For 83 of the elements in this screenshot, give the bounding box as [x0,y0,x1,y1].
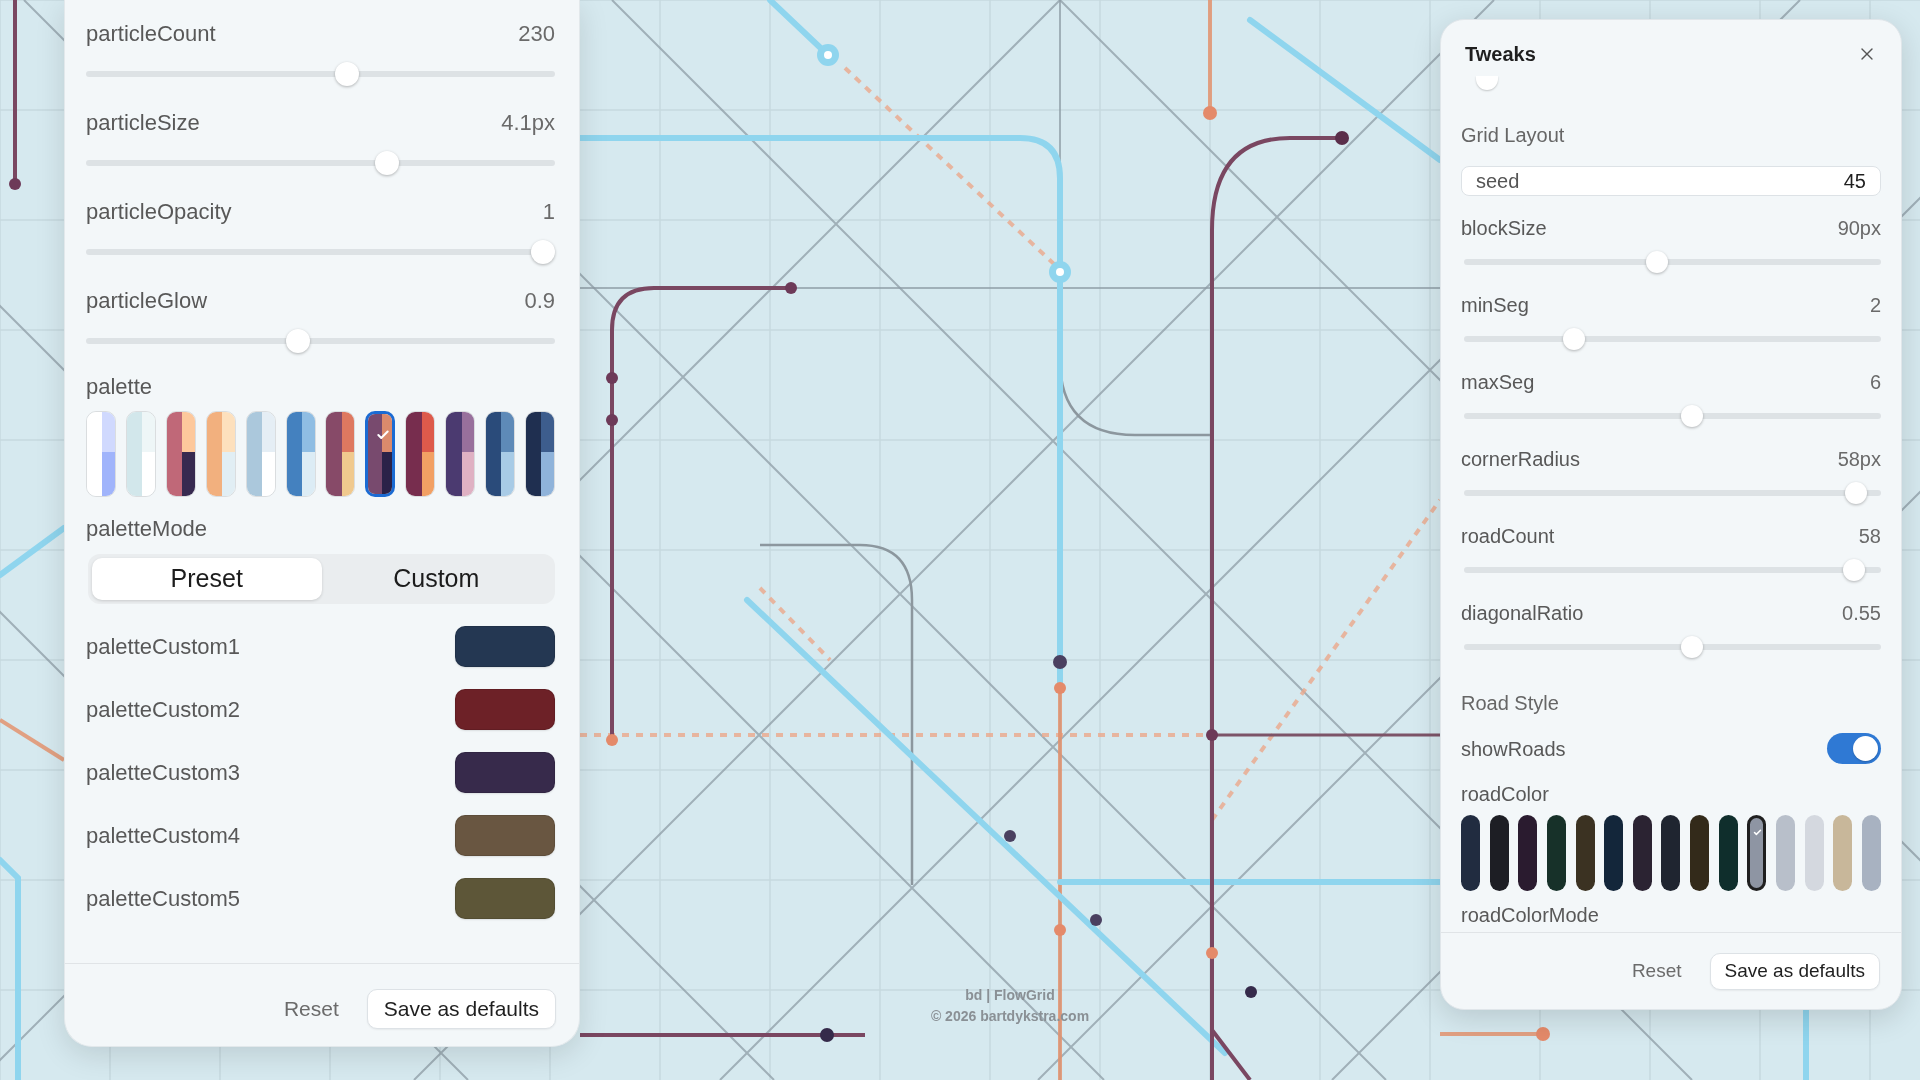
color-swatch[interactable] [1804,815,1824,891]
slider-track[interactable] [86,62,555,86]
setting-label: paletteMode [86,516,209,542]
setting-label: palette [86,374,154,400]
toggle-switch[interactable] [1827,733,1881,764]
setting-label: roadColor [1461,782,1550,806]
slider-track[interactable] [86,240,555,264]
slider-thumb[interactable] [1476,76,1498,90]
setting-value: 6 [1869,370,1881,394]
check-icon [1753,828,1763,837]
setting-label: paletteCustom4 [86,822,241,849]
section-heading: Road Style [1461,691,1560,715]
color-swatch[interactable] [1518,815,1538,891]
setting-value: 0.55 [1842,601,1881,625]
color-swatch[interactable] [1861,815,1881,891]
setting-label: cornerRadius [1461,447,1580,471]
credit-text: bd | FlowGrid [965,986,1055,1005]
color-swatch[interactable] [1604,815,1624,891]
field-label: seed [1476,169,1520,193]
number-field[interactable]: seed 45 [1461,166,1881,196]
setting-label: diagonalRatio [1461,601,1584,625]
color-swatch[interactable] [1718,815,1738,891]
setting-label: particleGlow [86,288,208,314]
slider-thumb[interactable] [1843,559,1866,581]
mode-tab[interactable]: Preset [92,558,322,600]
color-swatch[interactable] [1776,815,1796,891]
setting-label: paletteCustom5 [86,885,241,912]
slider-thumb[interactable] [1681,405,1704,427]
setting-label: paletteCustom1 [86,633,241,660]
setting-value: 0.9 [524,288,555,314]
color-swatch[interactable] [1546,815,1566,891]
reset-button[interactable]: Reset [281,993,341,1025]
setting-label: paletteCustom2 [86,696,241,723]
setting-label: showRoads [1461,736,1566,761]
setting-value: 1 [542,199,555,225]
setting-value: 58 [1858,524,1881,548]
slider-thumb[interactable] [531,240,555,264]
setting-label: roadColorMode [1461,903,1600,927]
color-swatch[interactable] [1833,815,1853,891]
color-swatch[interactable] [1575,815,1595,891]
palette-swatch[interactable] [365,411,396,497]
setting-value: 4.1px [501,110,555,136]
slider-thumb[interactable] [1645,251,1668,273]
color-swatch[interactable] [1747,815,1767,891]
slider-track[interactable] [1464,251,1881,273]
color-swatch[interactable] [1690,815,1710,891]
color-swatch[interactable] [1661,815,1681,891]
slider-thumb[interactable] [335,62,360,86]
setting-label: roadCount [1461,524,1555,548]
color-swatch[interactable] [1489,815,1509,891]
panel-title: Tweaks [1465,42,1536,66]
color-swatch[interactable] [1461,815,1480,891]
setting-value: 2 [1869,293,1881,317]
setting-label: maxSeg [1461,370,1535,394]
save-defaults-button[interactable]: Save as defaults [366,989,556,1029]
check-icon [376,428,391,442]
slider-thumb[interactable] [1845,482,1868,504]
slider-track[interactable] [1464,636,1881,658]
setting-value: 90px [1837,216,1881,240]
slider-thumb[interactable] [375,151,400,175]
slider-thumb[interactable] [286,329,311,353]
color-swatch[interactable] [1632,815,1652,891]
slider-track[interactable] [86,329,555,353]
section-heading: Grid Layout [1461,123,1566,147]
slider-track[interactable] [1464,482,1881,504]
slider-track[interactable] [1464,559,1881,581]
setting-label: particleCount [86,21,216,47]
mode-tab[interactable]: Custom [321,558,551,600]
slider-track[interactable] [1464,328,1881,350]
slider-thumb[interactable] [1681,636,1704,658]
slider-track[interactable] [86,151,555,175]
setting-value: 230 [518,21,555,47]
reset-button[interactable]: Reset [1629,956,1684,986]
setting-label: minSeg [1461,293,1529,317]
slider-track[interactable] [1464,405,1881,427]
save-defaults-button[interactable]: Save as defaults [1709,952,1880,990]
setting-label: blockSize [1461,216,1547,240]
slider-thumb[interactable] [1562,328,1585,350]
setting-label: paletteCustom3 [86,759,241,786]
setting-label: particleSize [86,110,200,136]
field-value: 45 [1843,169,1866,193]
setting-value: 58px [1837,447,1881,471]
setting-label: particleOpacity [86,199,232,225]
